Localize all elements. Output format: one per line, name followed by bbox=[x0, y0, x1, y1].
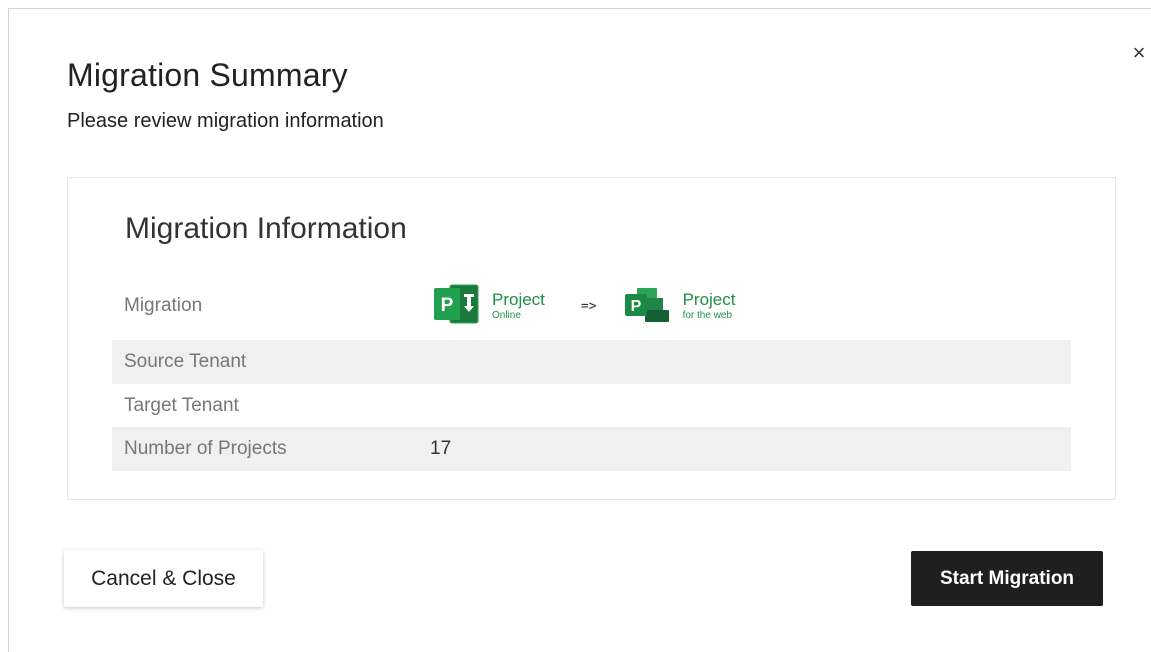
target-product-name: Project bbox=[682, 290, 736, 309]
svg-text:P: P bbox=[630, 298, 641, 315]
source-product-sub: Online bbox=[492, 310, 521, 321]
target-product-sub: for the web bbox=[682, 310, 733, 321]
project-for-the-web-icon: P bbox=[624, 284, 671, 329]
target-product: P Project for the web bbox=[624, 284, 736, 329]
row-label: Target Tenant bbox=[124, 395, 239, 416]
start-migration-button[interactable]: Start Migration bbox=[911, 551, 1103, 606]
row-migration: Migration P Project Online => P Project … bbox=[112, 284, 1071, 328]
migration-summary-dialog: × Migration Summary Please review migrat… bbox=[8, 8, 1151, 652]
source-product: P Project Online bbox=[434, 282, 545, 331]
row-label: Source Tenant bbox=[124, 351, 247, 372]
dialog-title: Migration Summary bbox=[67, 57, 348, 93]
project-online-icon: P bbox=[434, 282, 480, 331]
close-icon[interactable]: × bbox=[1133, 40, 1146, 65]
svg-text:P: P bbox=[441, 295, 454, 316]
row-label: Migration bbox=[124, 295, 203, 316]
close-button[interactable]: × bbox=[1127, 39, 1151, 67]
row-value: 17 bbox=[430, 438, 452, 459]
migration-arrow: => bbox=[580, 298, 597, 314]
row-target-tenant: Target Tenant bbox=[112, 384, 1071, 428]
row-label: Number of Projects bbox=[124, 438, 287, 459]
migration-information-card: Migration Information Migration P Projec… bbox=[67, 177, 1116, 500]
cancel-close-button[interactable]: Cancel & Close bbox=[64, 550, 263, 607]
source-product-name: Project bbox=[492, 290, 545, 309]
card-title: Migration Information bbox=[125, 212, 407, 245]
row-source-tenant: Source Tenant bbox=[112, 340, 1071, 384]
row-number-of-projects: Number of Projects 17 bbox=[112, 427, 1071, 471]
migration-graphic: P Project Online => P Project for the we… bbox=[434, 284, 736, 328]
dialog-subtitle: Please review migration information bbox=[67, 110, 384, 132]
